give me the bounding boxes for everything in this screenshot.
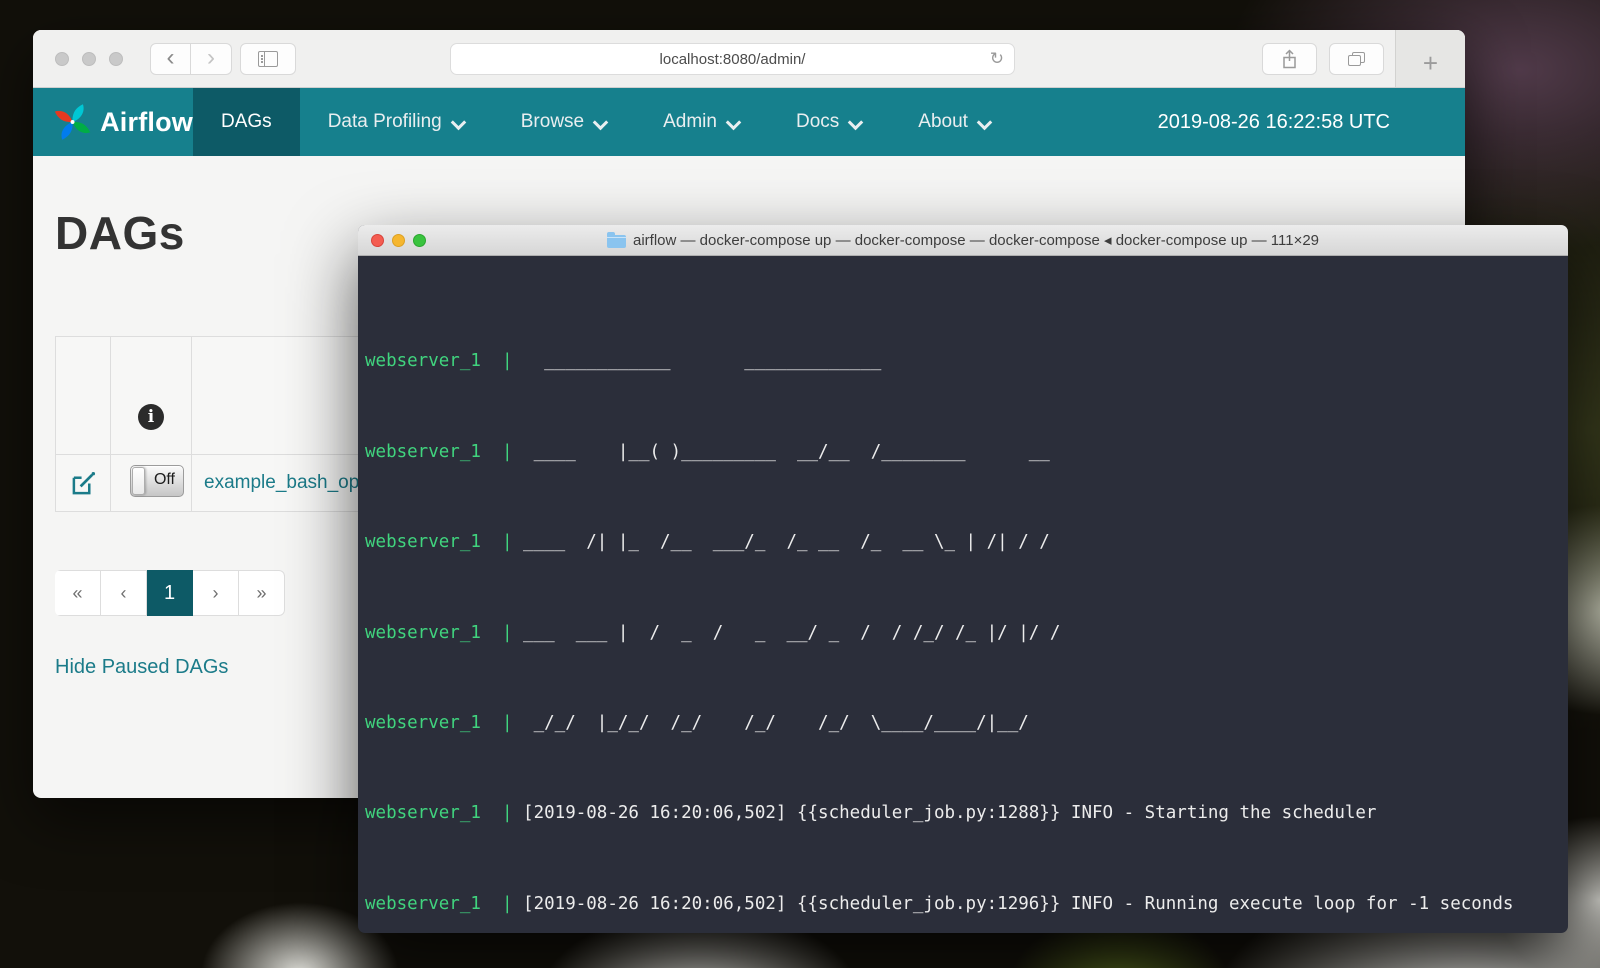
terminal-window-controls (371, 234, 426, 247)
edit-pencil-icon[interactable] (71, 471, 96, 496)
pagination: « ‹ 1 › » (55, 570, 285, 616)
navbar-item[interactable]: Browse (493, 88, 635, 156)
pagination-label: » (256, 583, 266, 604)
terminal-log-line: webserver_1 | [2019-08-26 16:20:06,502] … (365, 893, 1568, 916)
navbar-item-label: Data Profiling (328, 111, 442, 133)
log-text: ___ ___ | / _ / _ __/ _ / / /_/ /_ |/ |/… (513, 623, 1061, 643)
dag-toggle-cell: Off (111, 455, 192, 512)
address-bar[interactable]: localhost:8080/admin/ ↻ (450, 43, 1015, 75)
navbar-item-label: DAGs (221, 111, 272, 133)
window-controls (55, 52, 123, 66)
pagination-button[interactable]: « (55, 570, 101, 616)
navbar-item-label: Admin (663, 111, 717, 133)
url-text: localhost:8080/admin/ (660, 51, 806, 68)
navbar-item[interactable]: Data Profiling (300, 88, 493, 156)
log-text: [2019-08-26 16:20:06,502] {{scheduler_jo… (513, 803, 1377, 823)
log-text: ____ /| |_ /__ ___/_ /_ __ /_ __ \_ | /|… (513, 532, 1050, 552)
navbar-item-label: About (918, 111, 968, 133)
dag-edit-cell (56, 455, 111, 512)
chevron-down-icon (727, 117, 740, 128)
service-prefix: webserver_1 | (365, 532, 513, 552)
terminal-log-line: webserver_1 | ____ |__( )_________ __/__… (365, 441, 1568, 464)
folder-icon (607, 235, 626, 248)
desktop-background: ‹ › localhost:8080/admin/ ↻ (0, 0, 1600, 968)
minimize-button[interactable] (392, 234, 405, 247)
terminal-screen: webserver_1 | ____________ _____________… (358, 256, 1568, 933)
terminal-log-line: webserver_1 | _/_/ |_/_/ /_/ /_/ /_/ \__… (365, 712, 1568, 735)
pagination-button[interactable]: ‹ (101, 570, 147, 616)
terminal-log-line: webserver_1 | ____________ _____________ (365, 350, 1568, 373)
airflow-logo-icon (53, 99, 92, 145)
navbar-item[interactable]: DAGs (193, 88, 300, 156)
navbar-item[interactable]: About (890, 88, 1019, 156)
pagination-label: › (213, 583, 219, 604)
utc-clock: 2019-08-26 16:22:58 UTC (1158, 111, 1390, 134)
plus-icon: + (1423, 48, 1438, 79)
airflow-brand[interactable]: Airflow (33, 99, 193, 145)
new-tab-button[interactable]: + (1395, 30, 1465, 87)
service-prefix: webserver_1 | (365, 713, 513, 733)
toggle-knob (132, 467, 145, 495)
chevron-down-icon (978, 117, 991, 128)
close-button[interactable] (55, 52, 69, 66)
pagination-label: 1 (164, 582, 175, 605)
edit-column-header (56, 337, 111, 455)
service-prefix: webserver_1 | (365, 803, 513, 823)
sidebar-button[interactable] (240, 43, 296, 75)
tab-overview-icon (1348, 52, 1365, 66)
pagination-button[interactable]: » (239, 570, 285, 616)
close-button[interactable] (371, 234, 384, 247)
toggle-label: Off (154, 471, 175, 489)
chevron-down-icon (594, 117, 607, 128)
share-icon (1281, 49, 1298, 69)
terminal-window: airflow — docker-compose up — docker-com… (358, 225, 1568, 933)
pagination-label: ‹ (121, 583, 127, 604)
chevron-left-icon: ‹ (167, 44, 175, 72)
minimize-button[interactable] (82, 52, 96, 66)
chevron-down-icon (849, 117, 862, 128)
reload-icon[interactable]: ↻ (990, 49, 1004, 69)
sidebar-icon (258, 51, 278, 67)
navbar-item-label: Docs (796, 111, 839, 133)
zoom-button[interactable] (109, 52, 123, 66)
navbar-item[interactable]: Docs (768, 88, 890, 156)
log-text: ____________ _____________ (513, 351, 882, 371)
terminal-log-line: webserver_1 | ____ /| |_ /__ ___/_ /_ __… (365, 531, 1568, 554)
pagination-button[interactable]: 1 (147, 570, 193, 616)
pagination-label: « (72, 583, 82, 604)
navbar-menu: DAGs Data Profiling Browse Admin (193, 88, 1019, 156)
terminal-log-line: webserver_1 | ___ ___ | / _ / _ __/ _ / … (365, 622, 1568, 645)
history-buttons: ‹ › (150, 43, 232, 75)
terminal-log-line: webserver_1 | [2019-08-26 16:20:06,502] … (365, 802, 1568, 825)
pagination-button[interactable]: › (193, 570, 239, 616)
terminal-title-text: airflow — docker-compose up — docker-com… (633, 231, 1319, 249)
log-text: [2019-08-26 16:20:06,502] {{scheduler_jo… (513, 894, 1514, 914)
share-button[interactable] (1262, 43, 1317, 75)
chevron-right-icon: › (207, 44, 215, 72)
navbar-item-label: Browse (521, 111, 584, 133)
info-circle-icon: i (138, 404, 164, 430)
chevron-down-icon (452, 117, 465, 128)
tab-overview-button[interactable] (1329, 43, 1384, 75)
navbar-item[interactable]: Admin (635, 88, 768, 156)
service-prefix: webserver_1 | (365, 894, 513, 914)
browser-toolbar: ‹ › localhost:8080/admin/ ↻ (33, 30, 1465, 88)
terminal-title: airflow — docker-compose up — docker-com… (607, 231, 1319, 249)
zoom-button[interactable] (413, 234, 426, 247)
forward-button[interactable]: › (191, 43, 232, 75)
airflow-navbar: Airflow DAGs Data Profiling Browse (33, 88, 1465, 156)
info-column-header: i (111, 337, 192, 455)
terminal-titlebar: airflow — docker-compose up — docker-com… (358, 225, 1568, 256)
dag-pause-toggle[interactable]: Off (130, 465, 184, 497)
service-prefix: webserver_1 | (365, 442, 513, 462)
log-text: ____ |__( )_________ __/__ /________ __ (513, 442, 1050, 462)
brand-label: Airflow (100, 107, 193, 138)
service-prefix: webserver_1 | (365, 351, 513, 371)
back-button[interactable]: ‹ (150, 43, 191, 75)
service-prefix: webserver_1 | (365, 623, 513, 643)
log-text: _/_/ |_/_/ /_/ /_/ /_/ \____/____/|__/ (513, 713, 1029, 733)
